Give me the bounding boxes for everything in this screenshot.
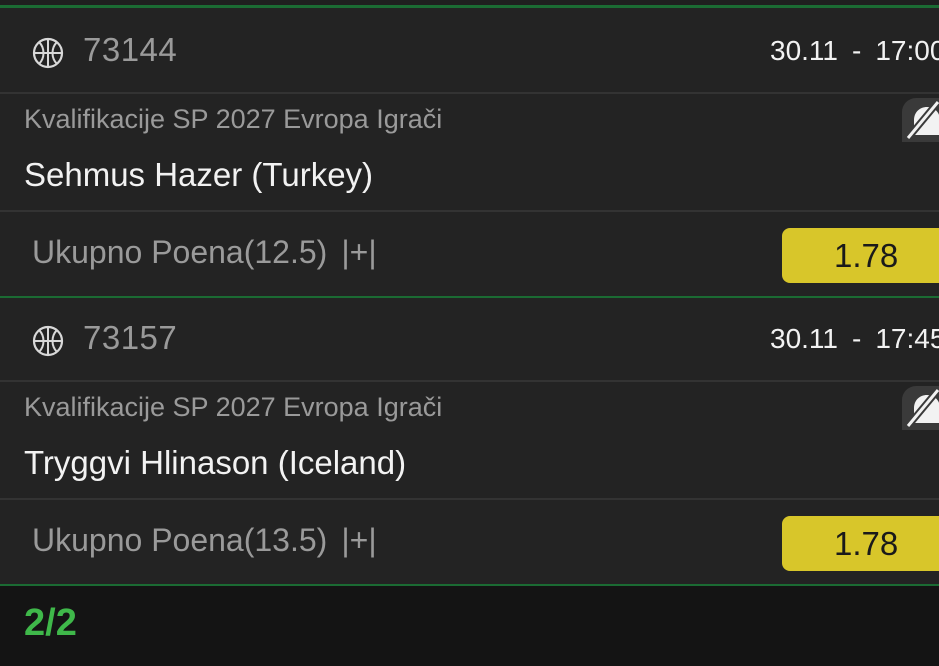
league-name: Kvalifikacije SP 2027 Evropa Igrači xyxy=(24,104,443,134)
player-name: Sehmus Hazer (Turkey) xyxy=(24,156,374,193)
bet-row: Ukupno Poena(12.5) |+| 1.78 xyxy=(0,212,939,298)
datetime-separator: - xyxy=(852,323,862,354)
bet-suffix: |+| xyxy=(341,522,377,558)
bet-row: Ukupno Poena(13.5) |+| 1.78 xyxy=(0,500,939,586)
bet-label: Ukupno Poena(13.5) |+| xyxy=(32,522,377,559)
match-id: 73157 xyxy=(83,319,178,356)
basketball-icon xyxy=(32,325,64,357)
bell-off-icon[interactable] xyxy=(902,98,939,142)
datetime-separator: - xyxy=(852,35,862,66)
match-time: 17:45 xyxy=(875,323,939,354)
basketball-icon xyxy=(32,37,64,69)
match-id: 73144 xyxy=(83,31,178,68)
match-time: 17:00 xyxy=(875,35,939,66)
top-accent-bar xyxy=(0,0,939,8)
bet-market: Ukupno Poena(12.5) xyxy=(32,234,328,270)
ticket-footer: 2/2 xyxy=(0,586,939,666)
player-name: Tryggvi Hlinason (Iceland) xyxy=(24,444,407,481)
odd-button[interactable]: 1.78 xyxy=(782,228,939,283)
bet-label: Ukupno Poena(12.5) |+| xyxy=(32,234,377,271)
bet-market: Ukupno Poena(13.5) xyxy=(32,522,328,558)
ticket-item: 73157 30.11-17:45 Kvalifikacije SP 2027 … xyxy=(0,299,939,586)
match-datetime: 30.11-17:45 xyxy=(770,323,939,355)
ticket-info: Kvalifikacije SP 2027 Evropa Igrači Tryg… xyxy=(0,382,939,500)
match-date: 30.11 xyxy=(770,323,838,354)
odd-button[interactable]: 1.78 xyxy=(782,516,939,571)
match-datetime: 30.11-17:00 xyxy=(770,35,939,67)
match-date: 30.11 xyxy=(770,35,838,66)
ticket-page: 73144 30.11-17:00 Kvalifikacije SP 2027 … xyxy=(0,0,939,666)
ticket-count: 2/2 xyxy=(24,602,77,644)
league-name: Kvalifikacije SP 2027 Evropa Igrači xyxy=(24,392,443,422)
ticket-header: 73157 30.11-17:45 xyxy=(0,299,939,382)
ticket-info: Kvalifikacije SP 2027 Evropa Igrači Sehm… xyxy=(0,94,939,212)
bell-off-icon[interactable] xyxy=(902,386,939,430)
bet-suffix: |+| xyxy=(341,234,377,270)
ticket-item: 73144 30.11-17:00 Kvalifikacije SP 2027 … xyxy=(0,11,939,298)
ticket-header: 73144 30.11-17:00 xyxy=(0,11,939,94)
